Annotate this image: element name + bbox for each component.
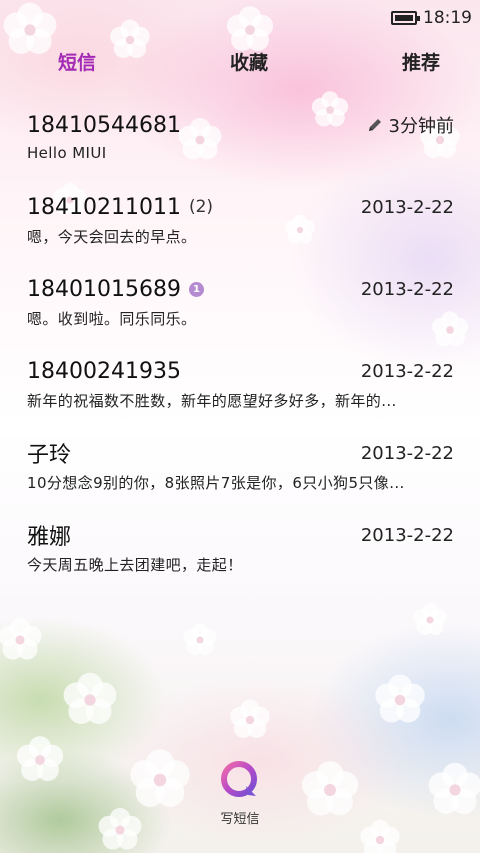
conversation-name: 18410544681 [27,112,181,138]
pencil-icon [368,119,381,131]
message-count: (2) [188,197,214,217]
conversation-time: 2013-2-22 [360,442,454,464]
conversation-preview: Hello MIUI [27,144,107,162]
conversation-item[interactable]: 18400241935 2013-2-22 新年的祝福数不胜数，新年的愿望好多好… [0,346,480,428]
conversation-name: 子玲 [27,443,72,468]
conversation-name: 18401015689 [27,276,181,302]
conversation-preview: 今天周五晚上去团建吧，走起！ [27,556,243,574]
battery-full-icon [391,11,420,25]
compose-message-button[interactable]: 写短信 [210,760,270,827]
conversation-item[interactable]: 18410211011 (2) 2013-2-22 嗯，今天会回去的早点。 [0,182,480,264]
conversation-item[interactable]: 子玲 2013-2-22 10分想念9别的你，8张照片7张是你，6只小狗5只像.… [0,428,480,510]
status-time: 18:19 [423,8,472,28]
conversation-item[interactable]: 雅娜 2013-2-22 今天周五晚上去团建吧，走起！ [0,510,480,592]
tab-favorites[interactable]: 收藏 [230,46,268,80]
tab-bar: 短信 收藏 推荐 [0,46,480,80]
conversation-item[interactable]: 18410544681 3分钟前 Hello MIUI [0,100,480,182]
compose-label: 写短信 [220,812,260,827]
conversation-name: 18400241935 [27,358,181,384]
conversation-name: 18410211011 [27,194,181,220]
conversation-preview: 嗯。收到啦。同乐同乐。 [27,310,197,328]
tab-recommended[interactable]: 推荐 [402,46,440,80]
conversation-preview: 10分想念9别的你，8张照片7张是你，6只小狗5只像... [27,474,405,492]
status-bar: 18:19 [0,0,480,36]
conversation-time: 3分钟前 [388,116,454,137]
conversation-preview: 嗯，今天会回去的早点。 [27,228,197,246]
conversation-preview: 新年的祝福数不胜数，新年的愿望好多好多，新年的... [27,392,397,410]
conversation-name: 雅娜 [27,525,72,550]
compose-message-icon [221,761,257,797]
conversation-time: 2013-2-22 [360,360,454,382]
conversation-list: 18410544681 3分钟前 Hello MIUI 18410211011 … [0,100,480,592]
unread-badge: 1 [188,281,204,297]
tab-sms[interactable]: 短信 [58,46,96,80]
conversation-time: 2013-2-22 [360,278,454,300]
conversation-item[interactable]: 18401015689 1 2013-2-22 嗯。收到啦。同乐同乐。 [0,264,480,346]
conversation-time: 2013-2-22 [360,196,454,218]
conversation-time: 2013-2-22 [360,524,454,546]
